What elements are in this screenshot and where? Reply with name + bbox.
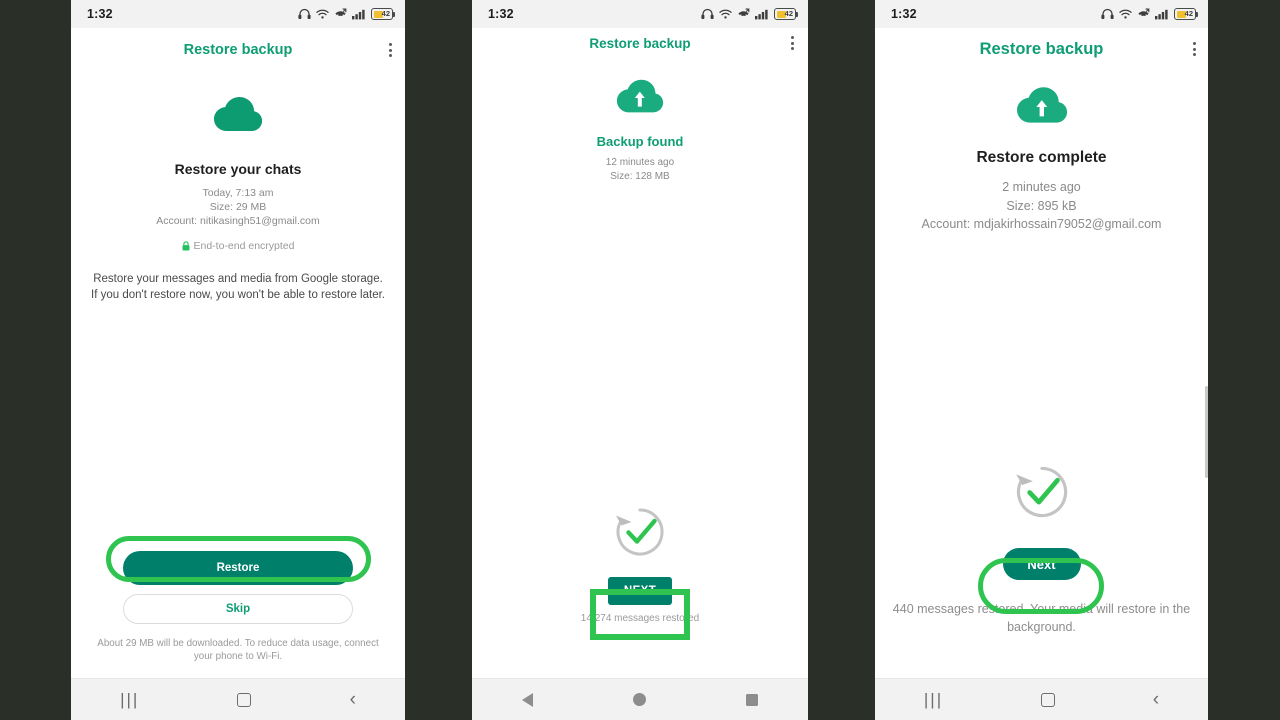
navigation-bar: [472, 678, 808, 720]
nav-back-button[interactable]: [522, 692, 533, 707]
phone-screen-restore-your-chats: 1:32 42 Restore backup Restore your chat…: [71, 0, 405, 720]
headline: Backup found: [596, 134, 684, 149]
headline: Restore complete: [976, 149, 1107, 166]
restore-button[interactable]: Restore: [123, 550, 353, 585]
headphones-icon: [701, 8, 714, 19]
missed-call-icon: [335, 8, 347, 17]
status-bar-time: 1:32: [488, 7, 514, 21]
battery-icon: 42: [774, 8, 799, 20]
screen-content: Backup found 12 minutes ago Size: 128 MB…: [472, 58, 808, 678]
next-button[interactable]: NEXT: [608, 577, 672, 605]
signal-icon: [1155, 9, 1168, 20]
meta-line-date: 2 minutes ago: [1002, 180, 1081, 194]
lock-icon: [182, 240, 189, 251]
nav-recents-button[interactable]: |||: [924, 690, 943, 710]
navigation-bar: ||| ‹: [875, 678, 1208, 720]
battery-level-label: 42: [784, 9, 793, 18]
hero-icon-wrap: [1016, 86, 1068, 131]
hero-icon-wrap: [213, 96, 263, 139]
wifi-icon: [1119, 9, 1132, 19]
signal-icon: [352, 9, 365, 20]
encryption-note: End-to-end encrypted: [182, 239, 295, 252]
vertical-scrollbar[interactable]: [1205, 386, 1208, 478]
app-bar: Restore backup: [71, 28, 405, 72]
battery-icon: 42: [371, 8, 396, 20]
nav-recents-button[interactable]: [746, 693, 758, 706]
app-bar: Restore backup: [472, 28, 808, 58]
meta-line-date: 12 minutes ago: [605, 157, 675, 168]
status-bar-icons: 42: [298, 8, 396, 20]
meta-line-date: Today, 7:13 am: [202, 187, 274, 199]
overflow-menu-icon[interactable]: [791, 36, 794, 50]
backup-meta: Today, 7:13 am Size: 29 MB Account: niti…: [156, 186, 320, 229]
status-bar-icons: 42: [1101, 8, 1199, 20]
battery-icon: 42: [1174, 8, 1199, 20]
cloud-upload-icon: [1016, 87, 1067, 123]
meta-line-account: Account: nitikasingh51@gmail.com: [156, 215, 320, 228]
status-bar-time: 1:32: [87, 7, 113, 21]
messages-restored-footnote: 14,274 messages restored: [580, 613, 700, 624]
restore-check-icon: [616, 508, 664, 556]
page-title: Restore backup: [589, 35, 691, 51]
primary-action-wrap: NEXT: [472, 577, 808, 605]
primary-action-wrap: Next: [875, 548, 1208, 580]
battery-level-label: 42: [381, 9, 390, 18]
cloud-icon: [214, 97, 263, 131]
hero-icon-wrap: [616, 78, 664, 121]
wifi-icon: [719, 9, 732, 19]
backup-meta: 2 minutes ago Size: 895 kB Account: mdja…: [922, 178, 1162, 234]
missed-call-icon: [738, 8, 750, 17]
meta-line-size: Size: 29 MB: [209, 201, 267, 214]
description-text: Restore your messages and media from Goo…: [91, 272, 385, 302]
restore-check-icon: [1015, 466, 1067, 518]
phone-screen-restore-complete: 1:32 42 Restore backup Restore complete …: [875, 0, 1208, 720]
screen-content: Restore complete 2 minutes ago Size: 895…: [875, 70, 1208, 678]
nav-back-button[interactable]: ‹: [1153, 690, 1159, 709]
status-icon-wrap: [875, 462, 1208, 522]
meta-line-account: Account: mdjakirhossain79052@gmail.com: [921, 217, 1162, 231]
status-bar: 1:32 42: [71, 0, 405, 28]
status-bar: 1:32 42: [472, 0, 808, 28]
screenshot-stage: 1:32 42 Restore backup Restore your chat…: [0, 0, 1280, 720]
navigation-bar: ||| ‹: [71, 678, 405, 720]
action-buttons: Restore Skip About 29 MB will be downloa…: [71, 550, 405, 664]
wifi-icon: [316, 9, 329, 19]
missed-call-icon: [1138, 8, 1150, 17]
status-icon-wrap: [472, 504, 808, 560]
signal-icon: [755, 9, 768, 20]
screen-content: Restore your chats Today, 7:13 am Size: …: [71, 72, 405, 678]
page-title: Restore backup: [979, 39, 1104, 58]
nav-back-button[interactable]: ‹: [350, 690, 356, 709]
status-bar: 1:32 42: [875, 0, 1208, 28]
nav-home-button[interactable]: [1040, 692, 1055, 707]
cloud-upload-icon: [616, 79, 664, 113]
headline: Restore your chats: [174, 161, 302, 177]
headphones-icon: [298, 8, 311, 19]
skip-button[interactable]: Skip: [123, 593, 353, 624]
messages-restored-footnote: 440 messages restored. Your media will r…: [892, 602, 1191, 634]
battery-level-label: 42: [1184, 9, 1193, 18]
encryption-note-label: End-to-end encrypted: [193, 239, 295, 252]
page-title: Restore backup: [183, 42, 293, 58]
backup-meta: 12 minutes ago Size: 128 MB: [606, 156, 674, 183]
nav-home-button[interactable]: [633, 693, 646, 706]
overflow-menu-icon[interactable]: [389, 43, 392, 57]
next-button[interactable]: Next: [1002, 548, 1081, 580]
status-bar-icons: 42: [701, 8, 799, 20]
phone-screen-backup-found: 1:32 42 Restore backup Backup found 12 m…: [472, 0, 808, 720]
headphones-icon: [1101, 8, 1114, 19]
meta-line-size: Size: 895 kB: [1006, 198, 1077, 213]
nav-home-button[interactable]: [237, 692, 252, 707]
app-bar: Restore backup: [875, 28, 1208, 70]
overflow-menu-icon[interactable]: [1193, 42, 1196, 56]
download-footnote: About 29 MB will be downloaded. To reduc…: [97, 637, 379, 663]
meta-line-size: Size: 128 MB: [610, 170, 670, 182]
status-bar-time: 1:32: [891, 7, 917, 21]
nav-recents-button[interactable]: |||: [120, 690, 139, 710]
